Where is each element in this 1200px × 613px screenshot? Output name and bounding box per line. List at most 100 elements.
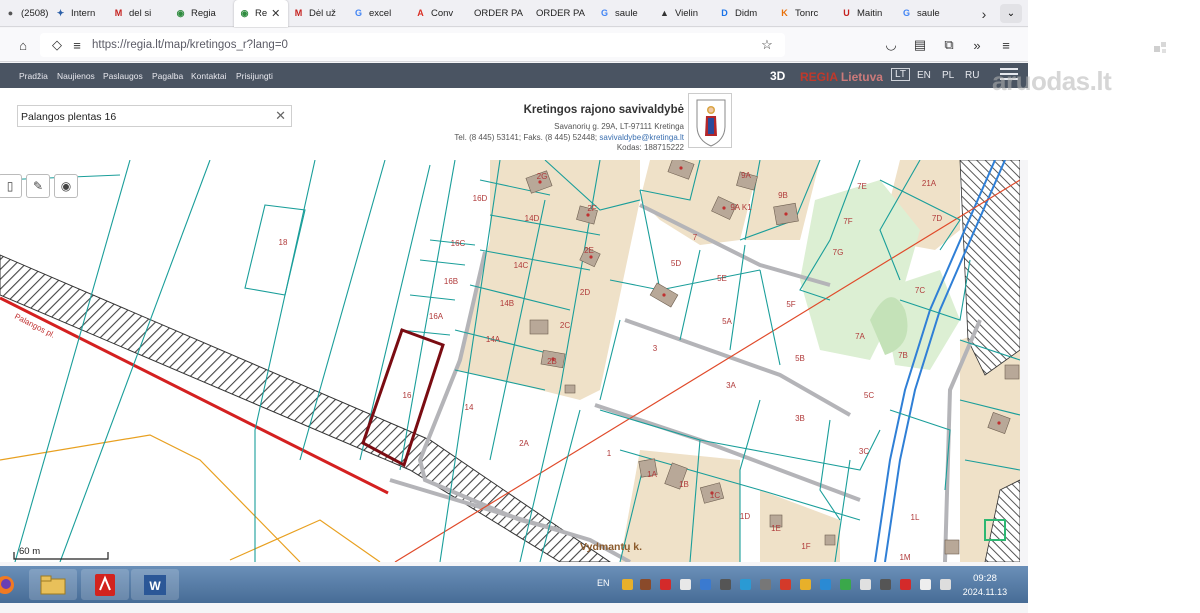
firefox-taskbar-icon[interactable] — [0, 569, 20, 600]
pdf-icon: A — [417, 8, 424, 18]
address-search[interactable]: ✕ — [17, 105, 292, 127]
browser-tab-label: (2508) — [21, 7, 49, 19]
page-info-icon[interactable]: ≡ — [68, 36, 86, 54]
nav-item-pradzia[interactable]: Pradžia — [19, 71, 48, 81]
browser-tab[interactable]: ✦ Intern — [50, 0, 108, 27]
parcel-label: 21A — [922, 179, 937, 188]
extensions-icon[interactable]: ⧉ — [940, 36, 958, 54]
browser-tab[interactable]: ▲ Vielin — [654, 0, 714, 27]
edit-tool-icon[interactable]: ✎ — [26, 174, 50, 198]
map-canvas[interactable]: Palangos pl. 16D 16C 16B 16A 16 14 14A 1… — [0, 160, 1020, 562]
scale-label: 60 m — [19, 546, 41, 557]
browser-tab[interactable]: ORDER PA — [532, 0, 594, 27]
3d-view-button[interactable]: 3D — [770, 69, 785, 83]
tray-app-icon[interactable] — [780, 579, 791, 590]
browser-tab-label: ORDER PA — [474, 7, 523, 19]
parcel-label: 1F — [801, 542, 810, 551]
tab-list-button[interactable]: ⌄ — [1000, 4, 1022, 23]
parcel-label: 9A K1 — [730, 203, 752, 212]
tray-app-icon[interactable] — [740, 579, 751, 590]
browser-tab[interactable]: K Tonrc — [774, 0, 836, 27]
browser-tab[interactable]: M Dėl už — [288, 0, 348, 27]
nav-item-kontaktai[interactable]: Kontaktai — [191, 71, 226, 81]
browser-tab-label: Dėl už — [309, 7, 336, 19]
parcel-label: 16B — [444, 277, 458, 286]
parcel-label: 5F — [786, 300, 795, 309]
browser-tab[interactable]: ◉ Regia — [170, 0, 234, 27]
tab-scroll-right-icon[interactable]: › — [974, 0, 994, 27]
tray-app-icon[interactable] — [880, 579, 891, 590]
measure-tool-icon[interactable]: ▯ — [0, 174, 22, 198]
parcel-label: 7E — [857, 182, 867, 191]
lang-en[interactable]: EN — [917, 70, 931, 81]
parcel-label: 14B — [500, 299, 514, 308]
tray-app-icon[interactable] — [800, 579, 811, 590]
bookmark-star-icon[interactable]: ☆ — [758, 36, 776, 54]
browser-tab[interactable]: U Maitin — [836, 0, 896, 27]
volume-icon[interactable] — [940, 579, 951, 590]
tray-app-icon[interactable] — [720, 579, 731, 590]
more-tools-icon[interactable]: » — [968, 36, 986, 54]
clock-date[interactable]: 2024.11.13 — [959, 587, 1011, 597]
municipality-title: Kretingos rajono savivaldybė — [523, 104, 684, 116]
browser-tab[interactable]: ORDER PA — [470, 0, 532, 27]
browser-tab[interactable]: Mdel si — [108, 0, 170, 27]
parcel-label: 5A — [722, 317, 732, 326]
tray-app-icon[interactable] — [680, 579, 691, 590]
address-search-input[interactable] — [21, 109, 271, 124]
tray-app-icon[interactable] — [640, 579, 651, 590]
browser-tab[interactable]: D Didm — [714, 0, 774, 27]
url-bar[interactable]: ◇ ≡ https://regia.lt/map/kretingos_r?lan… — [40, 33, 785, 57]
network-icon[interactable] — [920, 579, 931, 590]
shield-icon[interactable]: ◇ — [48, 36, 66, 54]
tray-app-icon[interactable] — [660, 579, 671, 590]
brand-sub: Lietuva — [840, 70, 883, 84]
parcel-label: 16A — [429, 312, 444, 321]
lang-lt[interactable]: LT — [891, 68, 910, 81]
close-tab-icon[interactable]: ✕ — [271, 7, 280, 20]
file-explorer-taskbar-icon[interactable] — [29, 569, 77, 600]
browser-tab[interactable]: Gexcel — [348, 0, 410, 27]
locate-tool-icon[interactable]: ◉ — [54, 174, 78, 198]
tray-app-icon[interactable] — [760, 579, 771, 590]
browser-tab[interactable]: A Conv — [410, 0, 470, 27]
tray-app-icon[interactable] — [840, 579, 851, 590]
acrobat-taskbar-icon[interactable] — [81, 569, 129, 600]
browser-tab-label: Maitin — [857, 7, 883, 19]
input-language-indicator[interactable]: EN — [597, 578, 610, 588]
tray-app-icon[interactable] — [820, 579, 831, 590]
parcel-label: 16D — [473, 194, 488, 203]
parcel-label: 7D — [932, 214, 942, 223]
pocket-icon[interactable]: ◡ — [882, 36, 900, 54]
parcel-label: 7B — [898, 351, 908, 360]
brand-logo[interactable]: REGIA Lietuva — [800, 70, 883, 84]
nav-item-paslaugos[interactable]: Paslaugos — [103, 71, 143, 81]
home-icon[interactable]: ⌂ — [14, 36, 32, 54]
browser-tab[interactable]: ◉ Re ✕ — [234, 0, 288, 27]
lang-ru[interactable]: RU — [965, 70, 979, 81]
email-link[interactable]: savivaldybe@kretinga.lt — [599, 133, 684, 142]
menu-icon[interactable]: ≡ — [997, 36, 1015, 54]
clear-search-icon[interactable]: ✕ — [275, 108, 286, 124]
nav-item-naujienos[interactable]: Naujienos — [57, 71, 95, 81]
word-taskbar-icon[interactable]: W — [131, 569, 179, 600]
tray-app-icon[interactable] — [900, 579, 911, 590]
reader-view-icon[interactable]: ▤ — [911, 36, 929, 54]
browser-tab[interactable]: Gsaule — [594, 0, 654, 27]
map-header: ✕ Kretingos rajono savivaldybė Savanorių… — [0, 88, 1028, 160]
nav-item-prisijungti[interactable]: Prisijungti — [236, 71, 273, 81]
cadastral-map[interactable]: Palangos pl. 16D 16C 16B 16A 16 14 14A 1… — [0, 160, 1020, 562]
nav-item-pagalba[interactable]: Pagalba — [152, 71, 183, 81]
tray-app-icon[interactable] — [622, 579, 633, 590]
browser-tab[interactable]: Gsaule — [896, 0, 956, 27]
tray-app-icon[interactable] — [700, 579, 711, 590]
tray-app-icon[interactable] — [860, 579, 871, 590]
browser-tab[interactable]: ● (2508) — [0, 0, 50, 27]
parcel-label: 14C — [514, 261, 529, 270]
clock-time[interactable]: 09:28 — [970, 573, 1000, 584]
parcel-label: 1M — [899, 553, 910, 562]
parcel-label: 1A — [647, 470, 657, 479]
parcel-label: 2G — [537, 172, 548, 181]
browser-tab-label: Intern — [71, 7, 96, 19]
lang-pl[interactable]: PL — [942, 70, 954, 81]
